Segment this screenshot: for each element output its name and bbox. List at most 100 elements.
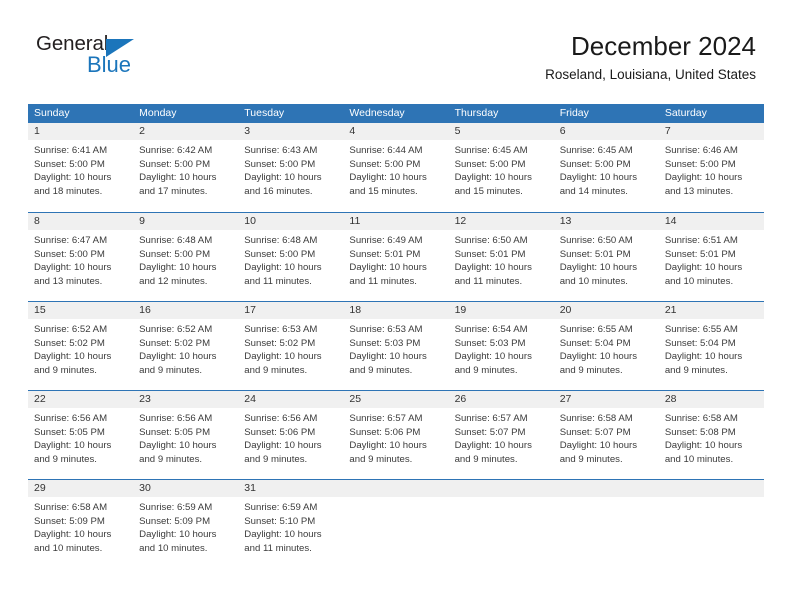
daylight-text-line1: Daylight: 10 hours [139, 440, 217, 452]
day-details: Sunrise: 6:57 AM Sunset: 5:07 PM Dayligh… [449, 408, 554, 466]
day-details: Sunrise: 6:51 AM Sunset: 5:01 PM Dayligh… [659, 230, 764, 288]
sunset-text: Sunset: 5:00 PM [454, 158, 526, 170]
daylight-text-line1: Daylight: 10 hours [139, 172, 217, 184]
daylight-text-line1: Daylight: 10 hours [454, 351, 532, 363]
sunset-text: Sunset: 5:06 PM [349, 426, 421, 438]
day-cell[interactable]: 25 Sunrise: 6:57 AM Sunset: 5:06 PM Dayl… [343, 391, 449, 479]
sunrise-text: Sunrise: 6:55 AM [664, 324, 738, 335]
daylight-text-line2: and 15 minutes. [349, 185, 418, 197]
day-details: Sunrise: 6:56 AM Sunset: 5:05 PM Dayligh… [28, 408, 133, 466]
day-details: Sunrise: 6:53 AM Sunset: 5:02 PM Dayligh… [238, 319, 343, 377]
day-cell[interactable]: 17 Sunrise: 6:53 AM Sunset: 5:02 PM Dayl… [238, 302, 344, 390]
day-cell[interactable]: 23 Sunrise: 6:56 AM Sunset: 5:05 PM Dayl… [133, 391, 239, 479]
day-number-band: 26 [448, 391, 554, 408]
sunset-text: Sunset: 5:00 PM [139, 248, 211, 260]
day-number-band: 28 [658, 391, 764, 408]
day-details: Sunrise: 6:58 AM Sunset: 5:09 PM Dayligh… [28, 497, 133, 555]
daylight-text-line2: and 11 minutes. [349, 275, 417, 287]
day-details: Sunrise: 6:49 AM Sunset: 5:01 PM Dayligh… [343, 230, 448, 288]
day-number-band: 19 [448, 302, 554, 319]
sunrise-text: Sunrise: 6:54 AM [454, 324, 528, 335]
day-cell[interactable]: 18 Sunrise: 6:53 AM Sunset: 5:03 PM Dayl… [343, 302, 449, 390]
day-cell[interactable]: 5 Sunrise: 6:45 AM Sunset: 5:00 PM Dayli… [448, 123, 554, 212]
day-cell[interactable]: 3 Sunrise: 6:43 AM Sunset: 5:00 PM Dayli… [238, 123, 344, 212]
day-number-band: 18 [343, 302, 449, 319]
week-row: 1 Sunrise: 6:41 AM Sunset: 5:00 PM Dayli… [28, 123, 764, 212]
day-cell[interactable]: 7 Sunrise: 6:46 AM Sunset: 5:00 PM Dayli… [658, 123, 764, 212]
sunrise-text: Sunrise: 6:57 AM [349, 413, 423, 424]
day-details: Sunrise: 6:54 AM Sunset: 5:03 PM Dayligh… [449, 319, 554, 377]
day-cell[interactable]: 10 Sunrise: 6:48 AM Sunset: 5:00 PM Dayl… [238, 213, 344, 301]
sunset-text: Sunset: 5:07 PM [454, 426, 526, 438]
sunrise-text: Sunrise: 6:58 AM [559, 413, 633, 424]
day-cell[interactable]: 28 Sunrise: 6:58 AM Sunset: 5:08 PM Dayl… [658, 391, 764, 479]
day-cell[interactable]: 30 Sunrise: 6:59 AM Sunset: 5:09 PM Dayl… [133, 480, 239, 568]
day-cell[interactable]: 6 Sunrise: 6:45 AM Sunset: 5:00 PM Dayli… [553, 123, 659, 212]
day-number: 29 [34, 482, 46, 494]
day-cell[interactable]: 19 Sunrise: 6:54 AM Sunset: 5:03 PM Dayl… [448, 302, 554, 390]
day-number: 8 [34, 215, 40, 227]
day-cell[interactable]: 11 Sunrise: 6:49 AM Sunset: 5:01 PM Dayl… [343, 213, 449, 301]
day-cell[interactable]: 9 Sunrise: 6:48 AM Sunset: 5:00 PM Dayli… [133, 213, 239, 301]
daylight-text-line1: Daylight: 10 hours [454, 440, 532, 452]
day-cell[interactable]: 16 Sunrise: 6:52 AM Sunset: 5:02 PM Dayl… [133, 302, 239, 390]
day-cell[interactable]: 24 Sunrise: 6:56 AM Sunset: 5:06 PM Dayl… [238, 391, 344, 479]
daylight-text-line2: and 9 minutes. [139, 364, 203, 376]
day-number-band: 10 [238, 213, 344, 230]
day-cell[interactable]: 31 Sunrise: 6:59 AM Sunset: 5:10 PM Dayl… [238, 480, 344, 568]
weekday-tuesday: Tuesday [244, 107, 285, 119]
day-cell[interactable]: 13 Sunrise: 6:50 AM Sunset: 5:01 PM Dayl… [553, 213, 659, 301]
day-number: 30 [139, 482, 151, 494]
sunset-text: Sunset: 5:00 PM [34, 158, 105, 170]
sunset-text: Sunset: 5:04 PM [664, 337, 736, 349]
day-cell[interactable]: 27 Sunrise: 6:58 AM Sunset: 5:07 PM Dayl… [553, 391, 659, 479]
day-cell[interactable]: 29 Sunrise: 6:58 AM Sunset: 5:09 PM Dayl… [28, 480, 134, 568]
sunrise-text: Sunrise: 6:46 AM [664, 145, 738, 156]
sunset-text: Sunset: 5:06 PM [244, 426, 316, 438]
sunrise-text: Sunrise: 6:45 AM [454, 145, 528, 156]
day-cell[interactable]: 8 Sunrise: 6:47 AM Sunset: 5:00 PM Dayli… [28, 213, 134, 301]
day-number: 24 [244, 393, 256, 405]
sunrise-text: Sunrise: 6:42 AM [139, 145, 213, 156]
daylight-text-line2: and 10 minutes. [34, 542, 103, 554]
daylight-text-line1: Daylight: 10 hours [664, 262, 743, 274]
daylight-text-line2: and 9 minutes. [34, 364, 97, 376]
day-cell[interactable]: 21 Sunrise: 6:55 AM Sunset: 5:04 PM Dayl… [658, 302, 764, 390]
day-details: Sunrise: 6:48 AM Sunset: 5:00 PM Dayligh… [133, 230, 238, 288]
day-cell[interactable]: 14 Sunrise: 6:51 AM Sunset: 5:01 PM Dayl… [658, 213, 764, 301]
day-number: 27 [559, 393, 572, 405]
day-cell[interactable]: 2 Sunrise: 6:42 AM Sunset: 5:00 PM Dayli… [133, 123, 239, 212]
sunset-text: Sunset: 5:08 PM [664, 426, 736, 438]
day-cell[interactable]: 4 Sunrise: 6:44 AM Sunset: 5:00 PM Dayli… [343, 123, 449, 212]
location-subtitle: Roseland, Louisiana, United States [545, 67, 756, 82]
sunset-text: Sunset: 5:03 PM [454, 337, 526, 349]
day-number: 26 [454, 393, 467, 405]
sunset-text: Sunset: 5:02 PM [139, 337, 211, 349]
day-details: Sunrise: 6:53 AM Sunset: 5:03 PM Dayligh… [343, 319, 448, 377]
day-number: 31 [244, 482, 256, 494]
daylight-text-line2: and 10 minutes. [664, 453, 734, 465]
day-details: Sunrise: 6:41 AM Sunset: 5:00 PM Dayligh… [28, 140, 133, 198]
daylight-text-line1: Daylight: 10 hours [34, 529, 112, 541]
daylight-text-line2: and 14 minutes. [559, 185, 628, 197]
day-cell[interactable]: 12 Sunrise: 6:50 AM Sunset: 5:01 PM Dayl… [448, 213, 554, 301]
sunset-text: Sunset: 5:05 PM [34, 426, 105, 438]
daylight-text-line2: and 12 minutes. [139, 275, 208, 287]
day-number: 11 [349, 215, 361, 227]
daylight-text-line1: Daylight: 10 hours [139, 351, 217, 363]
daylight-text-line1: Daylight: 10 hours [664, 440, 743, 452]
day-cell[interactable]: 1 Sunrise: 6:41 AM Sunset: 5:00 PM Dayli… [28, 123, 134, 212]
sunset-text: Sunset: 5:00 PM [559, 158, 631, 170]
day-cell[interactable]: 22 Sunrise: 6:56 AM Sunset: 5:05 PM Dayl… [28, 391, 134, 479]
day-number: 14 [664, 215, 677, 227]
day-number-band: 17 [238, 302, 344, 319]
day-number-band: 31 [238, 480, 344, 497]
day-cell[interactable]: 20 Sunrise: 6:55 AM Sunset: 5:04 PM Dayl… [553, 302, 659, 390]
day-details: Sunrise: 6:44 AM Sunset: 5:00 PM Dayligh… [343, 140, 448, 198]
day-details: Sunrise: 6:45 AM Sunset: 5:00 PM Dayligh… [554, 140, 659, 198]
day-details: Sunrise: 6:42 AM Sunset: 5:00 PM Dayligh… [133, 140, 238, 198]
day-number-band: 12 [448, 213, 554, 230]
daylight-text-line2: and 9 minutes. [559, 364, 623, 376]
day-cell[interactable]: 15 Sunrise: 6:52 AM Sunset: 5:02 PM Dayl… [28, 302, 134, 390]
day-cell[interactable]: 26 Sunrise: 6:57 AM Sunset: 5:07 PM Dayl… [448, 391, 554, 479]
